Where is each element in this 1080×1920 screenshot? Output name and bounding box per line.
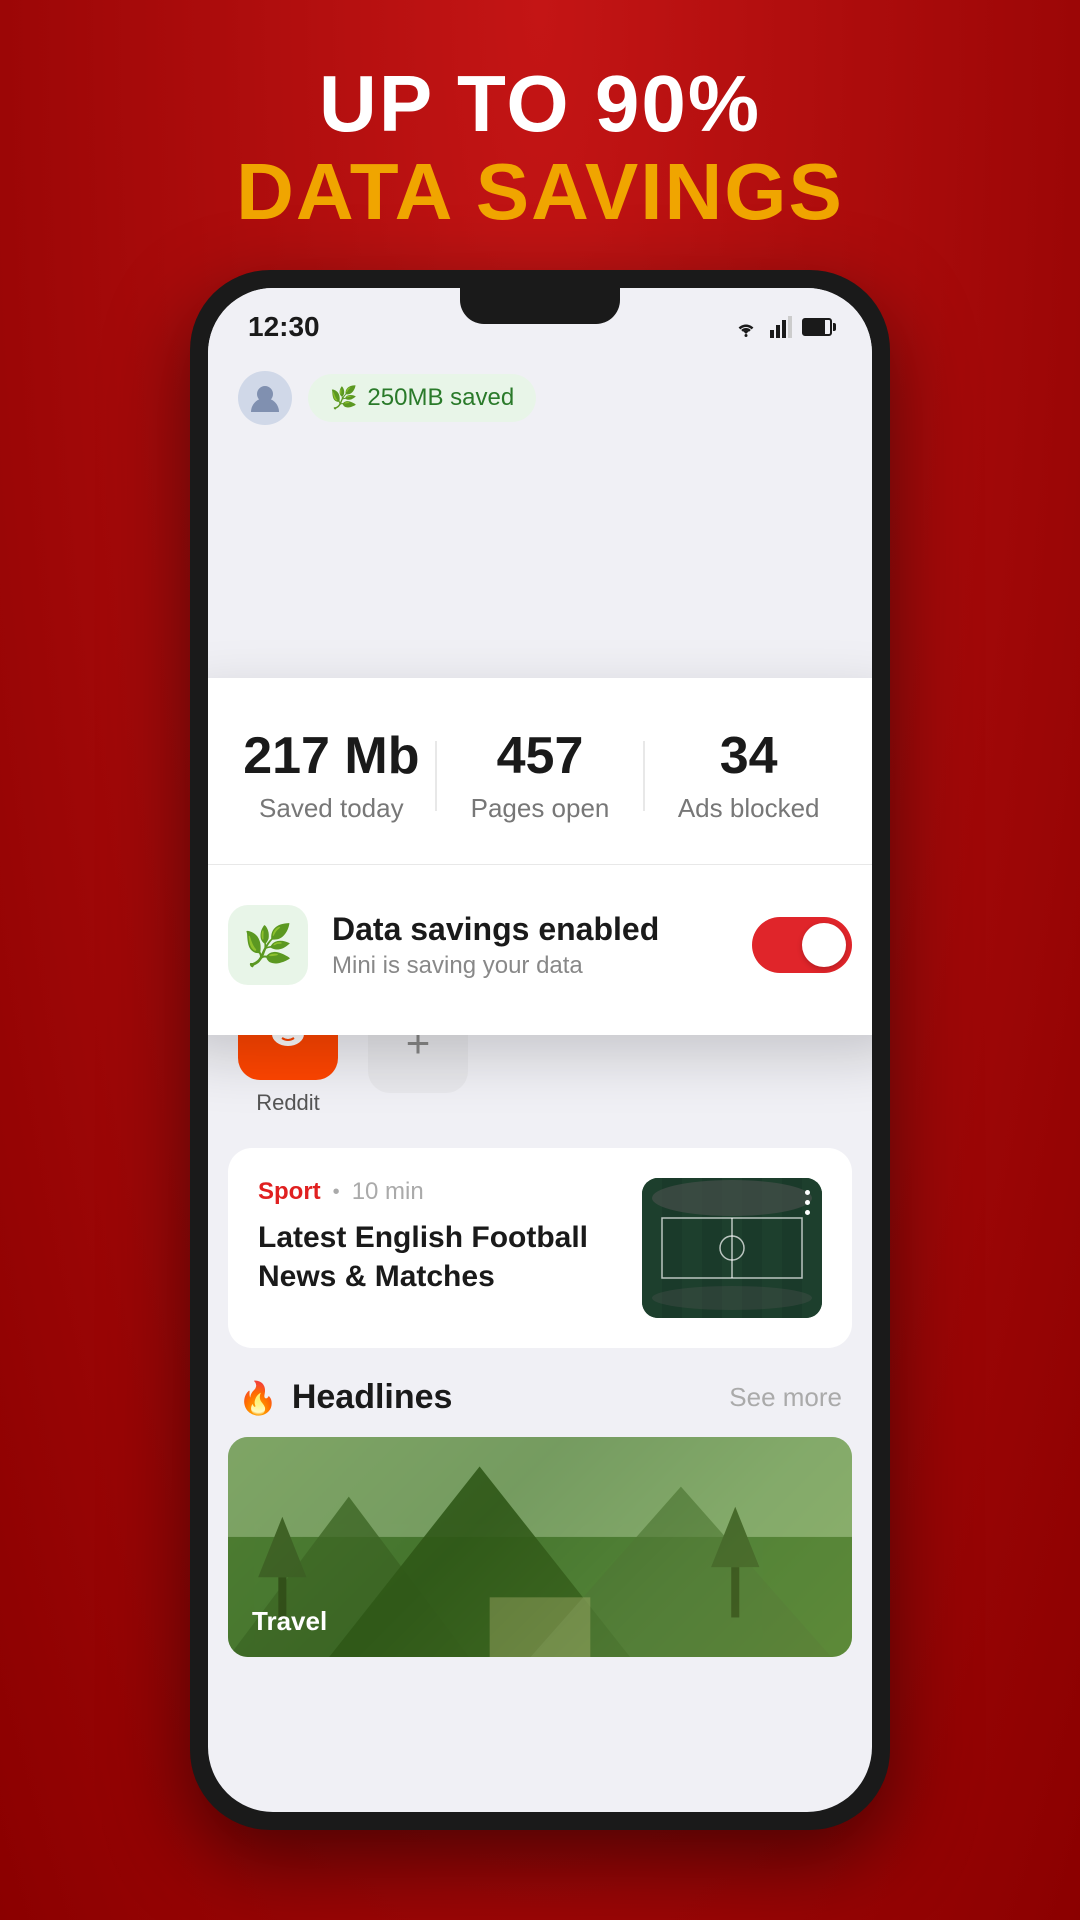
news-text: Sport • 10 min Latest English Football N… [258, 1178, 622, 1296]
data-savings-toggle[interactable] [752, 917, 852, 973]
savings-icon-bg: 🌿 [228, 905, 308, 985]
dot2 [805, 1200, 810, 1205]
status-icons [732, 316, 832, 338]
news-item: Sport • 10 min Latest English Football N… [258, 1178, 822, 1318]
dot3 [805, 1210, 810, 1215]
stat-ads-value: 34 [645, 728, 852, 785]
wifi-icon [732, 316, 760, 338]
signal-icon [770, 316, 792, 338]
shortcut-reddit-label: Reddit [256, 1090, 320, 1116]
avatar-icon [247, 380, 283, 416]
see-more-link[interactable]: See more [729, 1382, 842, 1413]
stat-saved-value: 217 Mb [228, 728, 435, 785]
headlines-header: 🔥 Headlines See more [208, 1358, 872, 1437]
data-saved-text: 250MB saved [367, 384, 514, 412]
fire-icon: 🔥 [238, 1379, 278, 1417]
savings-speed-icon: 🌿 [243, 922, 293, 969]
stat-saved-today: 217 Mb Saved today [228, 728, 435, 824]
news-section[interactable]: Sport • 10 min Latest English Football N… [228, 1148, 852, 1348]
status-time: 12:30 [248, 311, 320, 343]
savings-title: Data savings enabled [332, 911, 728, 948]
stat-saved-label: Saved today [228, 793, 435, 824]
news-image [642, 1178, 822, 1318]
three-dots-menu[interactable] [805, 1190, 810, 1215]
news-time: 10 min [352, 1178, 424, 1206]
headlines-section: 🔥 Headlines See more [208, 1358, 872, 1657]
battery-icon [802, 318, 832, 336]
headline-section: UP TO 90% DATA SAVINGS [0, 60, 1080, 236]
stat-ads-label: Ads blocked [645, 793, 852, 824]
phone-screen: 12:30 [208, 288, 872, 1812]
dot1 [805, 1190, 810, 1195]
card-divider [208, 864, 872, 865]
headlines-title: Headlines [292, 1378, 453, 1417]
data-saved-badge: 🌿 250MB saved [308, 374, 536, 422]
toggle-knob [802, 923, 846, 967]
travel-label: Travel [252, 1606, 327, 1637]
stat-pages-value: 457 [437, 728, 644, 785]
savings-text: Data savings enabled Mini is saving your… [332, 911, 728, 980]
news-category: Sport [258, 1178, 321, 1206]
headlines-title-group: 🔥 Headlines [238, 1378, 452, 1417]
phone-wrapper: 12:30 [190, 270, 890, 1830]
stat-ads-blocked: 34 Ads blocked [645, 728, 852, 824]
stats-card: 217 Mb Saved today 457 Pages open 34 Ads… [208, 678, 872, 1035]
stat-pages-open: 457 Pages open [437, 728, 644, 824]
avatar[interactable] [238, 371, 292, 425]
football-field-svg [642, 1178, 822, 1318]
stats-row: 217 Mb Saved today 457 Pages open 34 Ads… [228, 728, 852, 824]
headlines-image[interactable]: Travel [228, 1437, 852, 1657]
leaf-icon: 🌿 [330, 385, 357, 411]
stat-pages-label: Pages open [437, 793, 644, 824]
news-category-row: Sport • 10 min [258, 1178, 622, 1206]
savings-subtitle: Mini is saving your data [332, 952, 728, 980]
news-dot: • [333, 1181, 340, 1204]
phone-notch [460, 288, 620, 324]
browser-topbar: 🌿 250MB saved [208, 358, 872, 438]
headline-line1: UP TO 90% [0, 60, 1080, 148]
data-savings-row: 🌿 Data savings enabled Mini is saving yo… [228, 905, 852, 985]
headline-line2: DATA SAVINGS [0, 148, 1080, 236]
news-title: Latest English Football News & Matches [258, 1218, 622, 1296]
